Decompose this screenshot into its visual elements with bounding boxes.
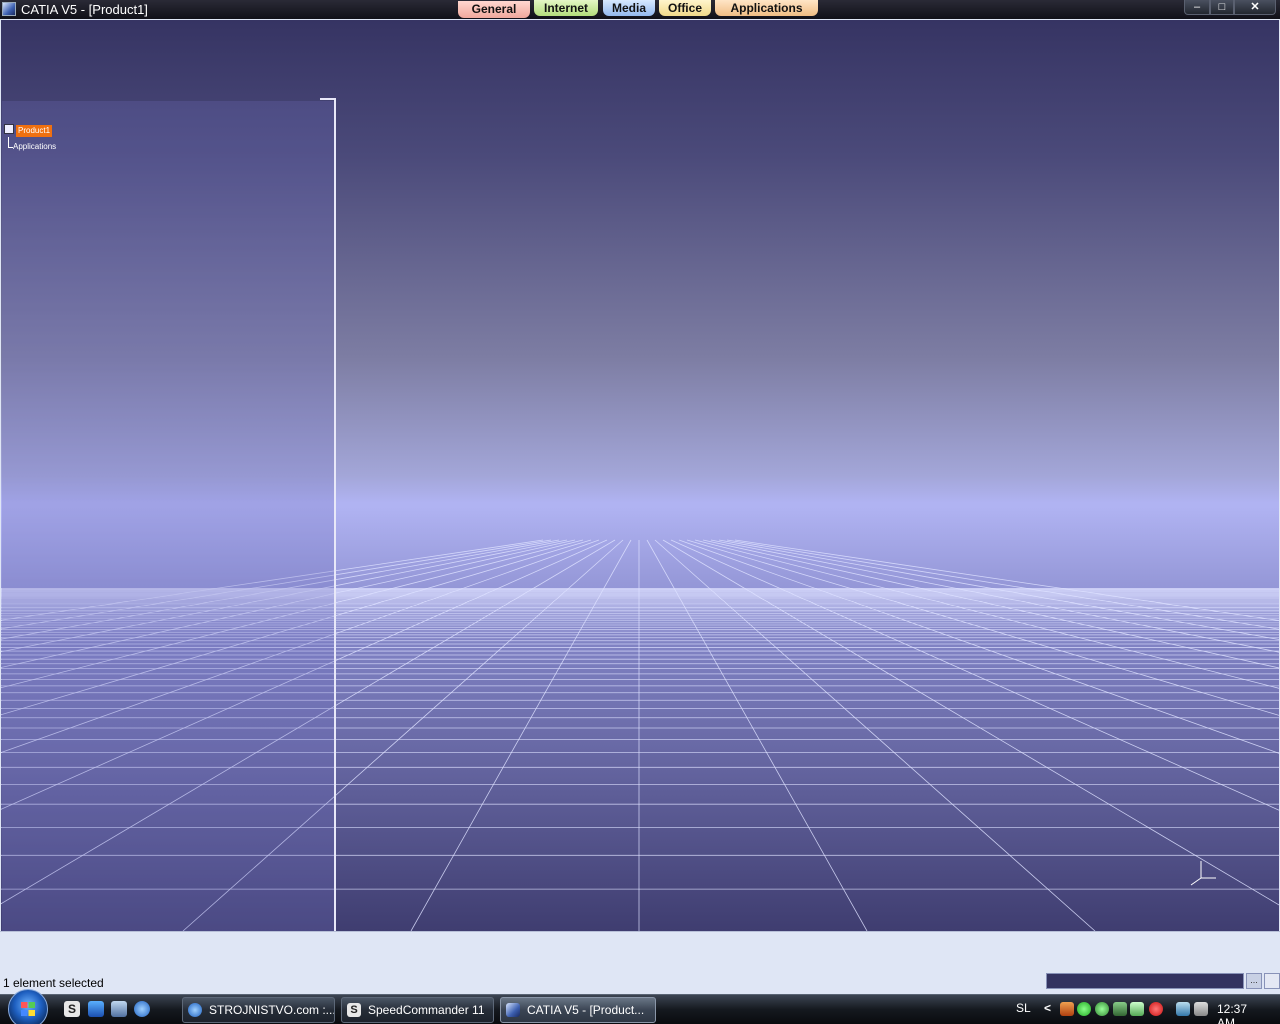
taskbar-button-speedcommander[interactable]: S SpeedCommander 11 <box>341 997 494 1023</box>
axis-compass-icon[interactable] <box>1188 858 1228 888</box>
tray-antivirus-icon[interactable] <box>1149 1002 1163 1016</box>
minimize-button[interactable]: – <box>1184 0 1210 15</box>
catia-icon <box>506 1003 520 1017</box>
window-title: CATIA V5 - [Product1] <box>21 2 148 17</box>
tray-app-icon[interactable] <box>1060 1002 1074 1016</box>
taskbar: S STROJNISTVO.com :... S SpeedCommander … <box>0 989 1280 1024</box>
tree-node-applications[interactable]: Applications <box>13 142 56 151</box>
start-button[interactable] <box>8 989 48 1024</box>
tab-media[interactable]: Media <box>603 0 655 16</box>
power-input-button[interactable]: ... <box>1246 973 1262 989</box>
taskbar-button-label: STROJNISTVO.com :... <box>209 1003 335 1017</box>
switch-windows-icon[interactable] <box>111 1001 127 1017</box>
power-input-extra[interactable] <box>1264 973 1280 989</box>
taskbar-button-label: SpeedCommander 11 <box>368 1003 485 1017</box>
tab-applications[interactable]: Applications <box>715 0 818 16</box>
tray-messenger-icon[interactable] <box>1113 1002 1127 1016</box>
taskbar-button-label: CATIA V5 - [Product... <box>527 1003 645 1017</box>
product-icon[interactable] <box>4 124 14 134</box>
tray-status-icon[interactable] <box>1077 1002 1091 1016</box>
3d-viewport[interactable]: Product1 Applications <box>1 20 1279 931</box>
tree-connector-vertical <box>8 137 9 147</box>
status-message: 1 element selected <box>3 976 104 990</box>
taskbar-button-catia[interactable]: CATIA V5 - [Product... <box>500 997 656 1023</box>
specification-tree-panel[interactable] <box>2 101 335 931</box>
taskbar-button-strojnistvo[interactable]: STROJNISTVO.com :... <box>182 997 335 1023</box>
speedcommander-quicklaunch-icon[interactable]: S <box>64 1001 80 1017</box>
tray-utorrent-icon[interactable] <box>1095 1002 1109 1016</box>
close-button[interactable]: ✕ <box>1234 0 1276 15</box>
show-desktop-icon[interactable] <box>88 1001 104 1017</box>
show-hidden-icons-button[interactable]: < <box>1044 1001 1051 1015</box>
status-bar: 1 element selected ... <box>0 931 1280 995</box>
clock[interactable]: 12:37 AM <box>1217 1002 1247 1024</box>
tray-network-activity-icon[interactable] <box>1130 1002 1144 1016</box>
speedcommander-icon: S <box>347 1003 361 1017</box>
tab-office[interactable]: Office <box>659 0 711 16</box>
power-input-field[interactable] <box>1046 973 1244 989</box>
network-icon[interactable] <box>1176 1002 1190 1016</box>
tree-panel-border <box>334 98 336 931</box>
language-indicator[interactable]: SL <box>1016 1001 1031 1015</box>
tree-node-product-label[interactable]: Product1 <box>16 125 53 137</box>
internet-explorer-icon <box>188 1003 202 1017</box>
catia-app-icon[interactable] <box>2 2 16 16</box>
tree-panel-corner <box>320 98 336 100</box>
title-bar[interactable]: CATIA V5 - [Product1] General Internet M… <box>0 0 1280 19</box>
restore-button[interactable]: □ <box>1210 0 1234 15</box>
tab-internet[interactable]: Internet <box>534 0 598 16</box>
internet-explorer-quicklaunch-icon[interactable] <box>134 1001 150 1017</box>
tab-general[interactable]: General <box>458 1 530 18</box>
volume-icon[interactable] <box>1194 1002 1208 1016</box>
